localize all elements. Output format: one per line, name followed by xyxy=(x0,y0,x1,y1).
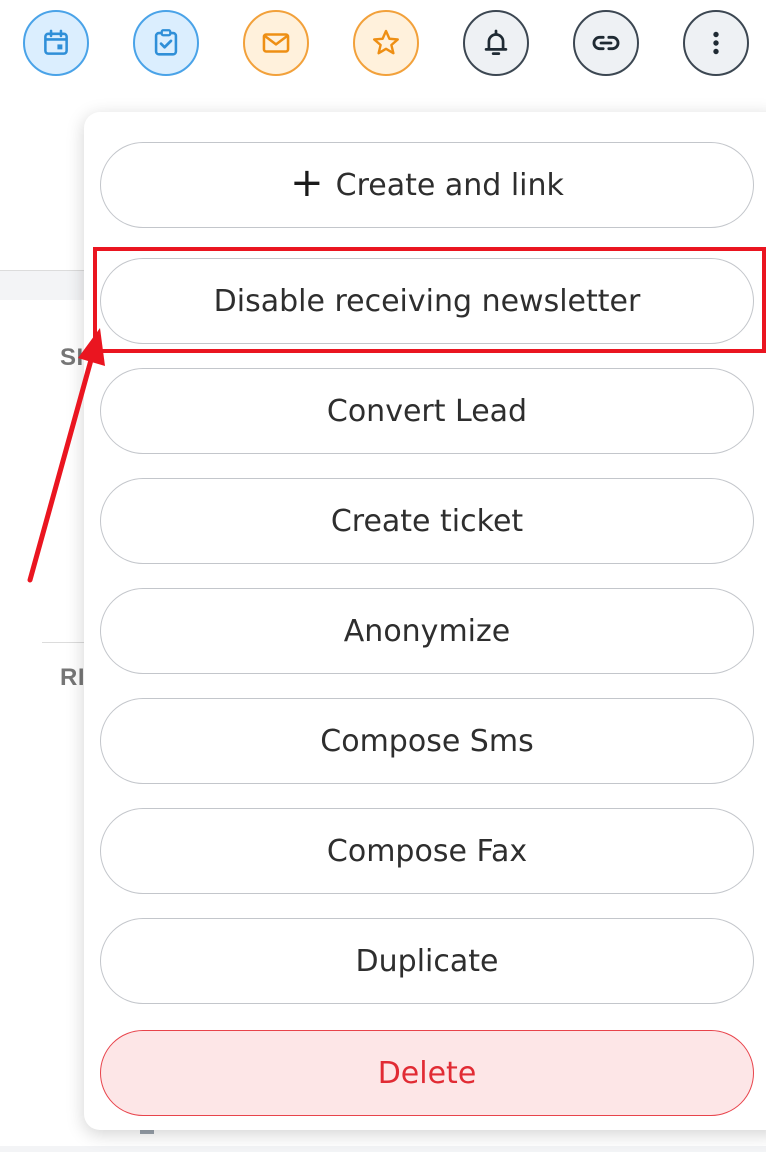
favorite-button[interactable] xyxy=(353,10,419,76)
create-and-link-button[interactable]: + Create and link xyxy=(100,142,754,228)
link-icon xyxy=(592,35,620,51)
menu-item-label: Duplicate xyxy=(355,943,499,979)
bell-icon xyxy=(484,29,508,55)
compose-fax-button[interactable]: Compose Fax xyxy=(100,808,754,894)
section-heading: RI xyxy=(60,664,85,691)
link-button[interactable] xyxy=(573,10,639,76)
calendar-icon xyxy=(44,29,68,55)
task-button[interactable] xyxy=(133,10,199,76)
anonymize-button[interactable]: Anonymize xyxy=(100,588,754,674)
email-icon xyxy=(262,33,290,53)
duplicate-button[interactable]: Duplicate xyxy=(100,918,754,1004)
more-actions-menu: + Create and link Disable receiving news… xyxy=(84,112,766,1130)
action-toolbar xyxy=(0,0,766,110)
menu-item-label: Convert Lead xyxy=(326,393,528,429)
calendar-button[interactable] xyxy=(23,10,89,76)
menu-item-label: Disable receiving newsletter xyxy=(213,283,641,319)
more-vertical-icon xyxy=(713,31,719,55)
convert-lead-button[interactable]: Convert Lead xyxy=(100,368,754,454)
email-button[interactable] xyxy=(243,10,309,76)
menu-item-label: Anonymize xyxy=(343,613,511,649)
menu-item-label: Create and link xyxy=(335,167,564,203)
menu-item-label: Create ticket xyxy=(330,503,524,539)
notifications-button[interactable] xyxy=(463,10,529,76)
task-check-icon xyxy=(154,29,178,56)
create-ticket-button[interactable]: Create ticket xyxy=(100,478,754,564)
star-icon xyxy=(373,29,399,55)
menu-item-label: Delete xyxy=(377,1055,477,1091)
menu-item-label: Compose Sms xyxy=(320,723,534,759)
delete-button[interactable]: Delete xyxy=(100,1030,754,1116)
section-heading: SI xyxy=(60,344,84,371)
disable-newsletter-button[interactable]: Disable receiving newsletter xyxy=(100,258,754,344)
plus-icon: + xyxy=(290,160,324,206)
more-actions-button[interactable] xyxy=(683,10,749,76)
menu-item-label: Compose Fax xyxy=(326,833,528,869)
list-icon xyxy=(140,1130,154,1134)
compose-sms-button[interactable]: Compose Sms xyxy=(100,698,754,784)
